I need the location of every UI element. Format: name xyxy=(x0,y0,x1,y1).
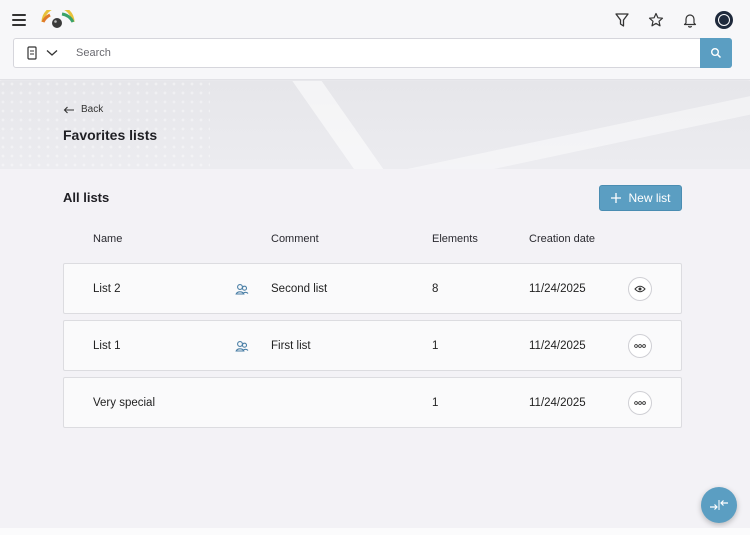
list-elements-count: 1 xyxy=(432,340,439,352)
list-creation-date: 11/24/2025 xyxy=(529,340,586,352)
table-row[interactable]: Very special 1 11/24/2025 xyxy=(63,377,682,428)
list-elements-count: 1 xyxy=(432,397,439,409)
back-link[interactable]: Back xyxy=(63,104,103,115)
banner-pattern xyxy=(0,81,210,169)
search-button[interactable] xyxy=(700,38,732,68)
back-label: Back xyxy=(81,104,104,115)
more-icon xyxy=(634,344,646,348)
list-comment: Second list xyxy=(271,283,328,295)
table-row[interactable]: List 2 Second list 8 11/24/2025 xyxy=(63,263,682,314)
document-icon xyxy=(27,46,37,60)
app-logo[interactable] xyxy=(40,10,76,30)
filter-icon[interactable] xyxy=(612,10,632,30)
shared-users-icon xyxy=(235,341,249,352)
search-scope-dropdown[interactable] xyxy=(26,46,58,60)
column-header-name[interactable]: Name xyxy=(93,233,122,245)
page-title: Favorites lists xyxy=(63,127,158,143)
new-list-button[interactable]: New list xyxy=(599,185,682,211)
collapse-fab-button[interactable] xyxy=(701,487,737,523)
list-elements-count: 8 xyxy=(432,283,439,295)
eye-icon xyxy=(634,285,646,293)
bell-icon[interactable] xyxy=(680,10,700,30)
hamburger-menu-icon[interactable] xyxy=(12,13,28,27)
bottom-strip xyxy=(0,528,750,535)
chevron-down-icon xyxy=(46,50,58,56)
new-list-label: New list xyxy=(628,191,671,205)
search-bar xyxy=(13,38,732,68)
shared-users-icon xyxy=(235,284,249,295)
list-comment: First list xyxy=(271,340,311,352)
view-button[interactable] xyxy=(628,277,652,301)
column-header-elements[interactable]: Elements xyxy=(432,233,478,245)
table-row[interactable]: List 1 First list 1 11/24/2025 xyxy=(63,320,682,371)
column-header-comment[interactable]: Comment xyxy=(271,233,319,245)
column-header-creation-date[interactable]: Creation date xyxy=(529,233,595,245)
list-creation-date: 11/24/2025 xyxy=(529,283,586,295)
list-name: List 2 xyxy=(93,283,121,295)
banner-stripe xyxy=(292,81,392,169)
user-avatar-icon[interactable] xyxy=(714,10,734,30)
more-options-button[interactable] xyxy=(628,391,652,415)
arrow-left-icon xyxy=(63,106,74,113)
search-icon xyxy=(711,48,722,59)
search-input[interactable] xyxy=(76,40,696,66)
top-bar xyxy=(0,0,750,80)
list-creation-date: 11/24/2025 xyxy=(529,397,586,409)
more-options-button[interactable] xyxy=(628,334,652,358)
plus-icon xyxy=(611,193,622,203)
collapse-arrows-icon xyxy=(710,500,728,510)
list-name: Very special xyxy=(93,397,156,409)
star-icon[interactable] xyxy=(646,10,666,30)
page-header-banner: Back Favorites lists xyxy=(0,81,750,169)
more-icon xyxy=(634,401,646,405)
section-title: All lists xyxy=(63,190,110,205)
list-name: List 1 xyxy=(93,340,121,352)
